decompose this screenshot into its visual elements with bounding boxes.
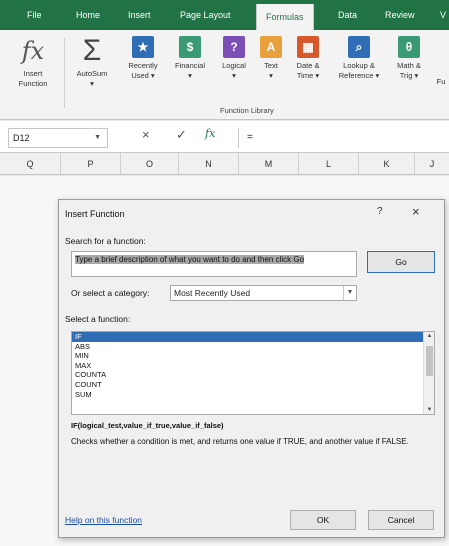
column-header[interactable]: P xyxy=(60,153,120,175)
recently-used-button[interactable]: ★ Recently Used ▾ xyxy=(120,36,166,81)
cancel-icon[interactable]: × xyxy=(142,127,150,142)
search-placeholder-text: Type a brief description of what you wan… xyxy=(75,255,305,264)
tab-review[interactable]: Review xyxy=(385,0,415,30)
chevron-down-icon: ▼ xyxy=(94,134,101,141)
insert-function-dialog: Insert Function ? × Search for a functio… xyxy=(58,199,445,538)
lookup-reference-button[interactable]: ⌕ Lookup & Reference ▾ xyxy=(331,36,387,81)
autosum-icon: Σ xyxy=(82,34,102,67)
function-description: Checks whether a condition is met, and r… xyxy=(71,437,409,446)
ribbon-tab-bar: File Home Insert Page Layout Formulas Da… xyxy=(0,0,449,30)
tab-page-layout[interactable]: Page Layout xyxy=(180,0,231,30)
tab-view[interactable]: V xyxy=(440,0,446,30)
scroll-thumb[interactable] xyxy=(426,346,433,376)
tab-insert[interactable]: Insert xyxy=(128,0,151,30)
logical-button[interactable]: ? Logical ▾ xyxy=(214,36,254,81)
column-header[interactable]: J xyxy=(414,153,449,175)
dialog-title: Insert Function xyxy=(65,209,125,219)
column-headers: Q P O N M L K J xyxy=(0,153,449,175)
scroll-down-icon[interactable]: ▼ xyxy=(424,407,434,413)
more-functions-button[interactable]: Fu xyxy=(433,77,449,87)
list-item[interactable]: SUM xyxy=(72,390,434,400)
text-button[interactable]: A Text ▾ xyxy=(256,36,286,81)
select-function-label: Select a function: xyxy=(65,314,131,324)
fx-icon[interactable]: fx xyxy=(205,127,215,140)
list-item[interactable]: IF xyxy=(72,332,434,342)
date-time-icon: ▦ xyxy=(297,36,319,58)
insert-function-icon: fx xyxy=(21,37,45,65)
tab-home[interactable]: Home xyxy=(76,0,100,30)
function-syntax: IF(logical_test,value_if_true,value_if_f… xyxy=(71,421,224,430)
column-header[interactable]: Q xyxy=(0,153,60,175)
help-icon[interactable]: ? xyxy=(377,206,383,217)
cancel-button[interactable]: Cancel xyxy=(368,510,434,530)
name-box[interactable]: D12 ▼ xyxy=(8,128,108,148)
list-item[interactable]: MAX xyxy=(72,361,434,371)
autosum-button[interactable]: Σ AutoSum ▾ xyxy=(70,36,114,89)
list-item[interactable]: ABS xyxy=(72,342,434,352)
scroll-up-icon[interactable]: ▲ xyxy=(424,333,434,339)
column-header[interactable]: L xyxy=(298,153,358,175)
enter-icon[interactable]: ✓ xyxy=(176,127,187,143)
category-label: Or select a category: xyxy=(71,288,150,298)
column-header[interactable]: K xyxy=(358,153,414,175)
column-header[interactable]: M xyxy=(238,153,298,175)
ribbon: fx Insert Function Σ AutoSum ▾ ★ Recentl… xyxy=(0,30,449,120)
go-button[interactable]: Go xyxy=(367,251,435,273)
tab-data[interactable]: Data xyxy=(338,0,357,30)
function-library-label: Function Library xyxy=(220,106,274,115)
lookup-icon: ⌕ xyxy=(348,36,370,58)
recently-used-icon: ★ xyxy=(132,36,154,58)
column-header[interactable]: N xyxy=(178,153,238,175)
financial-button[interactable]: $ Financial ▾ xyxy=(167,36,213,81)
formula-bar: D12 ▼ × ✓ fx = xyxy=(0,121,449,153)
tab-formulas[interactable]: Formulas xyxy=(256,4,314,30)
group-separator xyxy=(64,38,65,108)
insert-function-button[interactable]: fx Insert Function xyxy=(10,36,56,89)
tab-file[interactable]: File xyxy=(27,0,42,30)
chevron-down-icon: ▼ xyxy=(343,286,356,300)
close-icon[interactable]: × xyxy=(412,204,420,219)
list-item[interactable]: COUNTA xyxy=(72,370,434,380)
list-item[interactable]: MIN xyxy=(72,351,434,361)
formula-input[interactable]: = xyxy=(238,128,449,148)
math-trig-button[interactable]: θ Math & Trig ▾ xyxy=(389,36,429,81)
ok-button[interactable]: OK xyxy=(290,510,356,530)
financial-icon: $ xyxy=(179,36,201,58)
text-icon: A xyxy=(260,36,282,58)
search-label: Search for a function: xyxy=(65,236,146,246)
math-trig-icon: θ xyxy=(398,36,420,58)
search-input[interactable]: Type a brief description of what you wan… xyxy=(71,251,357,277)
function-list[interactable]: IF ABS MIN MAX COUNTA COUNT SUM ▲ ▼ xyxy=(71,331,435,415)
category-select[interactable]: Most Recently Used ▼ xyxy=(170,285,357,301)
help-link[interactable]: Help on this function xyxy=(65,515,142,525)
logical-icon: ? xyxy=(223,36,245,58)
date-time-button[interactable]: ▦ Date & Time ▾ xyxy=(288,36,328,81)
column-header[interactable]: O xyxy=(120,153,178,175)
list-item[interactable]: COUNT xyxy=(72,380,434,390)
list-scrollbar[interactable]: ▲ ▼ xyxy=(423,332,434,414)
